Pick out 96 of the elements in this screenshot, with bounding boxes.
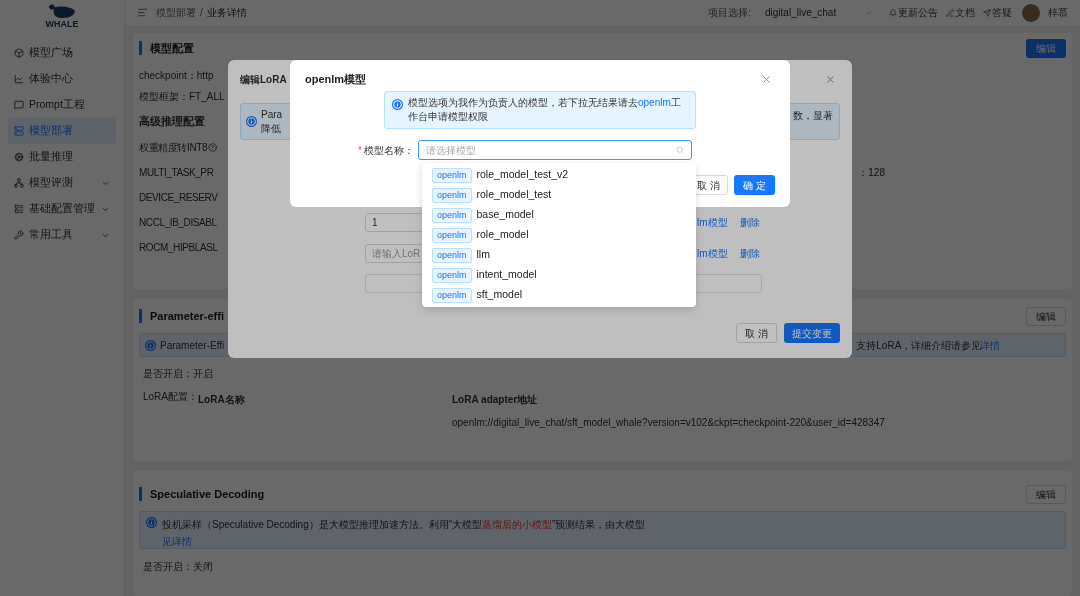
sidebar-item[interactable]: 基础配置管理 xyxy=(8,196,116,222)
avatar[interactable] xyxy=(1022,3,1040,22)
openlm-link[interactable]: openlm xyxy=(638,97,671,108)
send-icon xyxy=(983,8,991,17)
details-link[interactable]: 见详情 xyxy=(162,534,192,549)
menu-icon[interactable] xyxy=(137,7,148,18)
param-label: DEVICE_RESERV xyxy=(139,191,218,205)
column-header: LoRA名称 xyxy=(198,392,246,407)
status-text: 是否开启：关闭 xyxy=(143,560,213,574)
info-icon xyxy=(392,99,403,110)
dropdown-option[interactable]: openlm intent_model xyxy=(432,265,686,285)
source-tag: openlm xyxy=(432,267,472,283)
close-icon[interactable] xyxy=(825,73,836,85)
dropdown-option[interactable]: openlm role_model xyxy=(432,225,686,245)
details-link[interactable]: 详情 xyxy=(980,337,1001,353)
checkpoint-text: checkpoint：http xyxy=(139,69,214,83)
help-icon xyxy=(208,143,218,152)
dropdown-option[interactable]: openlm llm xyxy=(432,245,686,265)
edit-button[interactable]: 编辑 xyxy=(1026,484,1066,504)
section-title: 模型配置 xyxy=(150,40,194,56)
model-link[interactable]: lm模型 xyxy=(697,215,728,230)
user-name: 梓慕 xyxy=(1048,6,1068,20)
project-select[interactable]: digital_live_chat xyxy=(759,3,879,22)
sidebar-item[interactable]: 批量推理 xyxy=(8,144,116,170)
server-icon xyxy=(14,126,24,136)
alert-text: 模型选项为我作为负责人的模型，若下拉无结果请去openlm工作台申请模型权限 xyxy=(408,96,682,124)
source-tag: openlm xyxy=(432,227,472,243)
network-icon xyxy=(14,178,24,188)
close-icon[interactable] xyxy=(761,73,772,85)
wrench-icon xyxy=(14,230,24,240)
whale-logo-icon xyxy=(47,3,77,19)
header-link[interactable]: 文档 xyxy=(955,5,975,20)
param-label: MULTI_TASK_PR xyxy=(139,166,214,180)
alert-text: 数，显著 xyxy=(793,109,833,123)
dropdown-option[interactable]: openlm role_model_test_v2 xyxy=(432,165,686,185)
alert-text: Para xyxy=(261,107,283,122)
gear-icon xyxy=(14,152,24,162)
confirm-button[interactable]: 确 定 xyxy=(734,175,775,195)
pen-icon xyxy=(946,8,954,17)
dropdown-option[interactable]: openlm sft_model xyxy=(432,285,686,305)
header-link[interactable]: 答疑 xyxy=(992,5,1012,20)
project-label: 项目选择: xyxy=(708,6,751,20)
dialog-title: openlm模型 xyxy=(305,71,367,87)
cube-icon xyxy=(14,48,24,58)
alert-text: Parameter-Effi xyxy=(160,338,225,353)
sidebar-item[interactable]: 体验中心 xyxy=(8,66,116,92)
breadcrumb-item: / xyxy=(200,6,203,20)
info-icon xyxy=(146,517,157,528)
section-title: Parameter-effi xyxy=(150,308,224,324)
chart-icon xyxy=(14,74,24,84)
column-header: LoRA adapter地址 xyxy=(452,392,538,407)
param-label: 权重精度转INT8 xyxy=(139,141,208,155)
required-mark: * xyxy=(358,143,362,158)
sidebar-item[interactable]: Prompt工程 xyxy=(8,92,116,118)
source-tag: openlm xyxy=(432,247,472,263)
dialog-title: 编辑LoRA xyxy=(240,72,287,87)
model-select[interactable]: 请选择模型 xyxy=(418,140,692,160)
dropdown-option[interactable]: openlm role_model_test xyxy=(432,185,686,205)
framework-text: 模型框架：FT_ALL xyxy=(139,90,225,104)
alert-text: 降低 xyxy=(261,121,281,136)
field-label: LoRA配置： xyxy=(143,390,198,402)
sidebar-item[interactable]: 模型广场 xyxy=(8,40,116,66)
source-tag: openlm xyxy=(432,207,472,223)
delete-link[interactable]: 删除 xyxy=(739,215,760,230)
source-tag: openlm xyxy=(432,187,472,203)
sidebar-item[interactable]: 模型部署 xyxy=(8,118,116,144)
section-title: Speculative Decoding xyxy=(150,486,265,502)
search-icon xyxy=(676,146,684,154)
submit-button[interactable]: 提交变更 xyxy=(784,323,840,343)
param-label: NCCL_IB_DISABL xyxy=(139,216,217,230)
alert-text: 支持LoRA，详细介绍请参见 xyxy=(856,338,982,353)
logo-text: WHALE xyxy=(45,19,79,30)
source-tag: openlm xyxy=(432,287,472,303)
chat-icon xyxy=(14,100,24,110)
bell-icon xyxy=(889,8,897,17)
info-icon xyxy=(246,116,257,127)
alert-text: 投机采样（Speculative Decoding）是大模型推理加速方法。利用“大模型蒸馏后的小模型”预测结果，由大模型 xyxy=(162,518,646,532)
param-value: ：128 xyxy=(858,166,885,180)
field-label: 模型名称： xyxy=(364,143,414,158)
delete-link[interactable]: 删除 xyxy=(739,246,760,261)
source-tag: openlm xyxy=(432,167,472,183)
table-cell-text: openlm://digital_live_chat/sft_model_whale?version=v102&ckpt=checkpoint-220&user_id=428347 xyxy=(452,415,885,430)
edit-button[interactable]: 编辑 xyxy=(1026,306,1066,326)
header-link[interactable]: 更新公告 xyxy=(898,5,938,20)
sidebar-item[interactable]: 常用工具 xyxy=(8,222,116,248)
info-icon xyxy=(145,339,156,351)
edit-button[interactable]: 编辑 xyxy=(1026,38,1066,58)
param-label: ROCM_HIPBLASL xyxy=(139,241,218,255)
breadcrumb-item: 业务详情 xyxy=(206,6,247,20)
cancel-button[interactable]: 取 消 xyxy=(736,323,777,343)
list-icon xyxy=(14,204,24,214)
subsection-title: 高级推理配置 xyxy=(139,114,205,129)
sidebar-item[interactable]: 模型评测 xyxy=(8,170,116,196)
dropdown-option[interactable]: openlm base_model xyxy=(432,205,686,225)
model-link[interactable]: lm模型 xyxy=(697,246,728,261)
status-text: 是否开启：开启 xyxy=(143,367,213,381)
